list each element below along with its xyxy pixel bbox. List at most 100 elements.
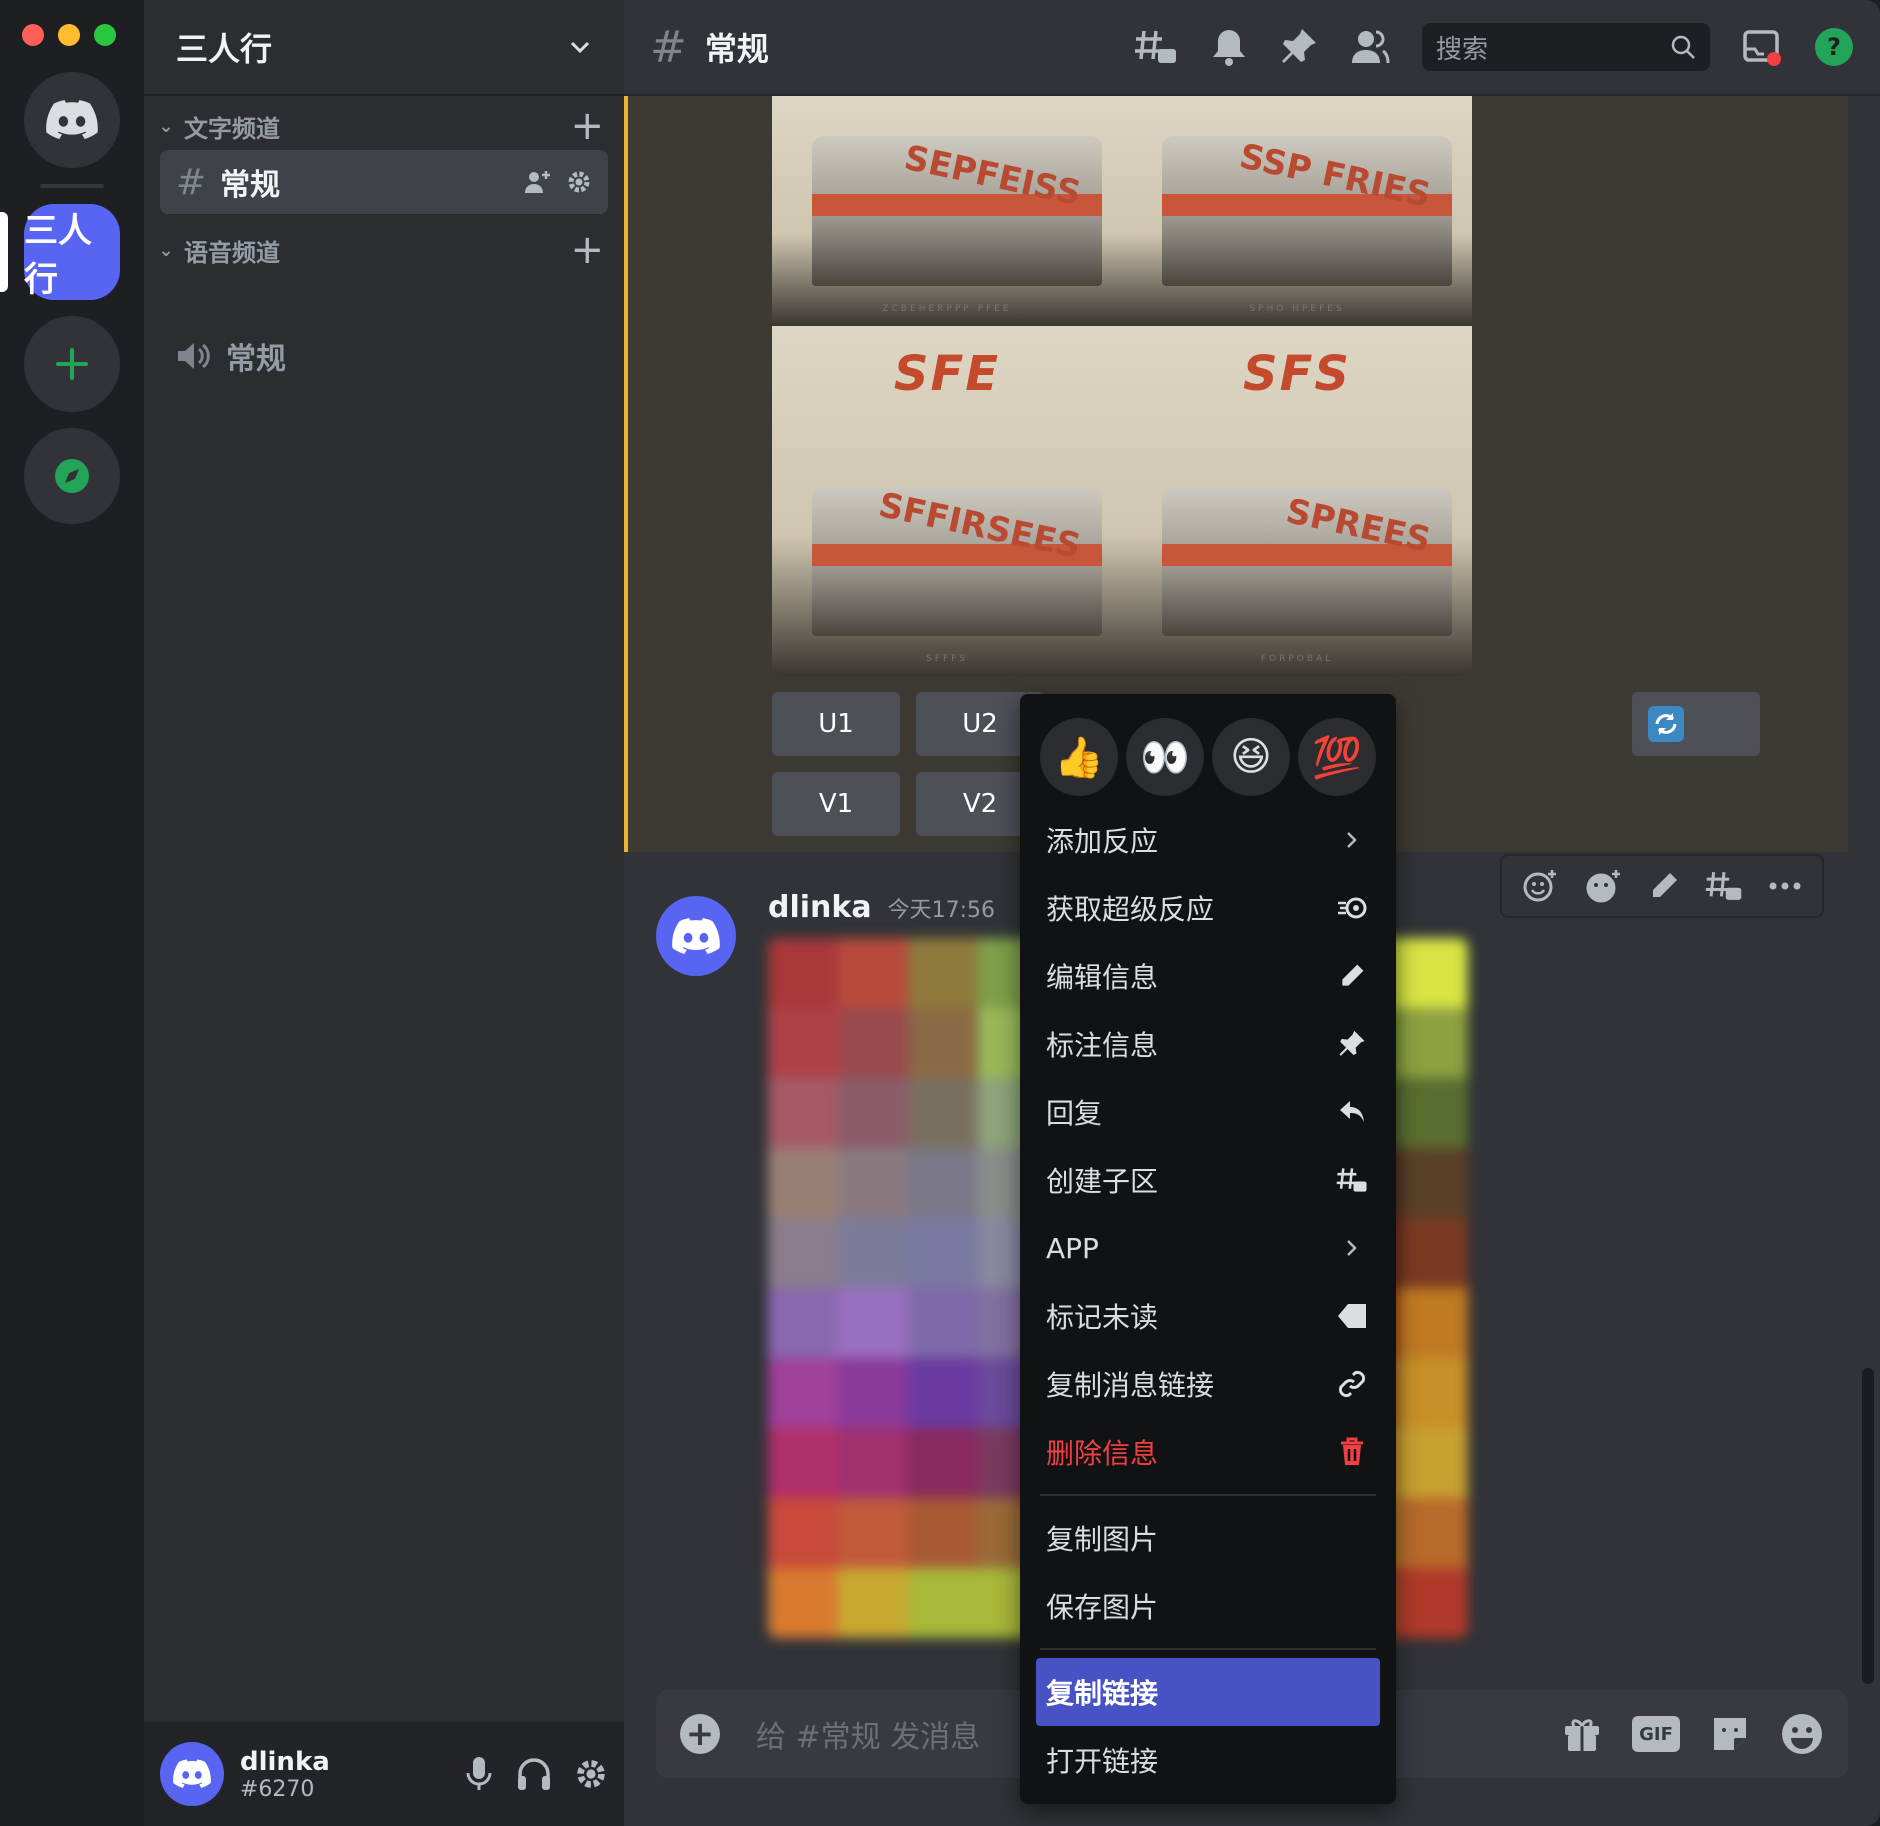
quick-reactions: 👍 👀 😆 💯 (1036, 704, 1380, 806)
thumbs-up-reaction[interactable]: 👍 (1040, 718, 1118, 796)
header-toolbar: 搜索 ? (1134, 23, 1854, 71)
menu-item-label: APP (1046, 1231, 1099, 1265)
grid-image-4[interactable]: SFS SPREES FORPOBAL (1122, 326, 1472, 676)
create-text-channel-button[interactable]: + (570, 106, 604, 146)
super-reaction-icon (1334, 895, 1370, 921)
create-voice-channel-button[interactable]: + (570, 230, 604, 270)
gift-icon[interactable] (1562, 1714, 1602, 1754)
chat-scrollbar[interactable] (1862, 1368, 1874, 1684)
sticker-icon[interactable] (1710, 1714, 1750, 1754)
minimize-window-button[interactable] (58, 24, 80, 46)
composer-tools: GIF (1562, 1712, 1824, 1756)
menu-item-copy-link[interactable]: 复制链接 (1036, 1658, 1380, 1726)
menu-item-copy-image[interactable]: 复制图片 (1036, 1504, 1380, 1572)
menu-item-create-thread[interactable]: 创建子区 (1036, 1146, 1380, 1214)
create-thread-icon[interactable] (1705, 868, 1743, 904)
menu-item-copy-message-link[interactable]: 复制消息链接 (1036, 1350, 1380, 1418)
emoji-picker-icon[interactable] (1780, 1712, 1824, 1756)
explore-servers-button[interactable] (24, 428, 120, 524)
category-chevron-icon: ⌄ (158, 115, 174, 137)
close-window-button[interactable] (22, 24, 44, 46)
server-header[interactable]: 三人行 (144, 0, 624, 96)
channel-settings-gear-icon[interactable] (566, 169, 592, 195)
discord-logo-icon (672, 917, 720, 954)
menu-item-label: 复制图片 (1046, 1523, 1159, 1556)
invite-user-icon[interactable] (524, 169, 552, 195)
add-reaction-icon[interactable] (1522, 868, 1558, 904)
speaker-icon (178, 343, 210, 369)
menu-item-label: 删除信息 (1046, 1437, 1159, 1470)
link-icon (1334, 1369, 1370, 1399)
search-icon (1671, 35, 1695, 59)
menu-item-save-image[interactable]: 保存图片 (1036, 1572, 1380, 1640)
home-button[interactable] (24, 72, 120, 168)
channel-label: 常规 (220, 168, 281, 203)
add-server-button[interactable] (24, 316, 120, 412)
grid-image-1[interactable]: SEPFEISS ZCBEHERPPP PFEE (772, 96, 1122, 326)
grid-image-3[interactable]: SFE SFFIRSEES SFFFS (772, 326, 1122, 676)
headphones-icon[interactable] (516, 1756, 552, 1792)
help-icon[interactable]: ? (1814, 27, 1854, 67)
reroll-button[interactable] (1632, 692, 1760, 756)
menu-item-apps[interactable]: APP (1036, 1214, 1380, 1282)
user-panel: dlinka #6270 (144, 1722, 624, 1826)
menu-item-super-reaction[interactable]: 获取超级反应 (1036, 874, 1380, 942)
menu-item-delete-message[interactable]: 删除信息 (1036, 1418, 1380, 1486)
variation-1-button[interactable]: V1 (772, 772, 900, 836)
user-info[interactable]: dlinka #6270 (240, 1747, 330, 1802)
selected-server-indicator (0, 212, 8, 292)
chevron-down-icon (570, 41, 590, 54)
menu-item-edit-message[interactable]: 编辑信息 (1036, 942, 1380, 1010)
hundred-reaction[interactable]: 💯 (1298, 718, 1376, 796)
username: dlinka (240, 1746, 330, 1777)
server-icon-sanrenxing[interactable]: 三人行 (24, 204, 120, 300)
inbox-icon[interactable] (1742, 27, 1782, 67)
text-channel-hash-icon: # (176, 161, 207, 203)
image-caption: ZCBEHERPPP PFEE (882, 304, 1012, 314)
image-caption: SFFFS (926, 654, 968, 664)
image-grid[interactable]: SEPFEISS ZCBEHERPPP PFEE SSP FRIES SPHO … (772, 96, 1472, 676)
edit-pencil-icon[interactable] (1648, 870, 1680, 902)
laughing-reaction[interactable]: 😆 (1212, 718, 1290, 796)
grid-image-2[interactable]: SSP FRIES SPHO HPEFES (1122, 96, 1472, 326)
menu-item-open-link[interactable]: 打开链接 (1036, 1726, 1380, 1794)
category-voice-channels[interactable]: ⌄ 语音频道 + (154, 228, 604, 272)
threads-icon[interactable] (1134, 27, 1178, 67)
zoom-window-button[interactable] (94, 24, 116, 46)
message-header: dlinka 今天17:56 (768, 890, 995, 925)
upscale-1-button[interactable]: U1 (772, 692, 900, 756)
eyes-reaction[interactable]: 👀 (1126, 718, 1204, 796)
server-rail: 三人行 (0, 0, 144, 1826)
image-lettering: SFE (893, 346, 1001, 402)
menu-item-add-reaction[interactable]: 添加反应 (1036, 806, 1380, 874)
image-caption: FORPOBAL (1260, 654, 1334, 664)
channel-header: # 常规 搜索 ? (624, 0, 1880, 96)
category-label: 文字频道 (184, 114, 280, 143)
menu-item-label: 编辑信息 (1046, 961, 1159, 994)
server-name: 三人行 (176, 30, 273, 68)
pin-icon[interactable] (1280, 27, 1318, 67)
rail-separator (40, 184, 104, 188)
category-text-channels[interactable]: ⌄ 文字频道 + (154, 104, 604, 148)
message-timestamp: 今天17:56 (887, 898, 995, 923)
menu-item-reply[interactable]: 回复 (1036, 1078, 1380, 1146)
member-list-icon[interactable] (1350, 29, 1390, 65)
microphone-icon[interactable] (464, 1756, 494, 1792)
super-reaction-icon[interactable] (1583, 868, 1623, 904)
menu-divider (1040, 1648, 1376, 1650)
user-avatar[interactable] (160, 1742, 224, 1806)
gif-button[interactable]: GIF (1632, 1716, 1680, 1752)
message-avatar[interactable] (656, 896, 736, 976)
channel-item-general[interactable]: # 常规 (160, 150, 608, 214)
user-settings-gear-icon[interactable] (574, 1757, 608, 1791)
search-input[interactable]: 搜索 (1422, 23, 1710, 71)
more-options-icon[interactable] (1768, 881, 1802, 891)
message-author[interactable]: dlinka (768, 890, 872, 925)
voice-channel-item-general[interactable]: 常规 (160, 324, 608, 388)
menu-item-pin-message[interactable]: 标注信息 (1036, 1010, 1380, 1078)
trash-icon (1334, 1437, 1370, 1467)
upload-plus-button[interactable]: + (680, 1714, 720, 1754)
menu-item-mark-unread[interactable]: 标记未读 (1036, 1282, 1380, 1350)
bell-notification-icon[interactable] (1210, 27, 1248, 67)
refresh-icon (1648, 706, 1684, 742)
